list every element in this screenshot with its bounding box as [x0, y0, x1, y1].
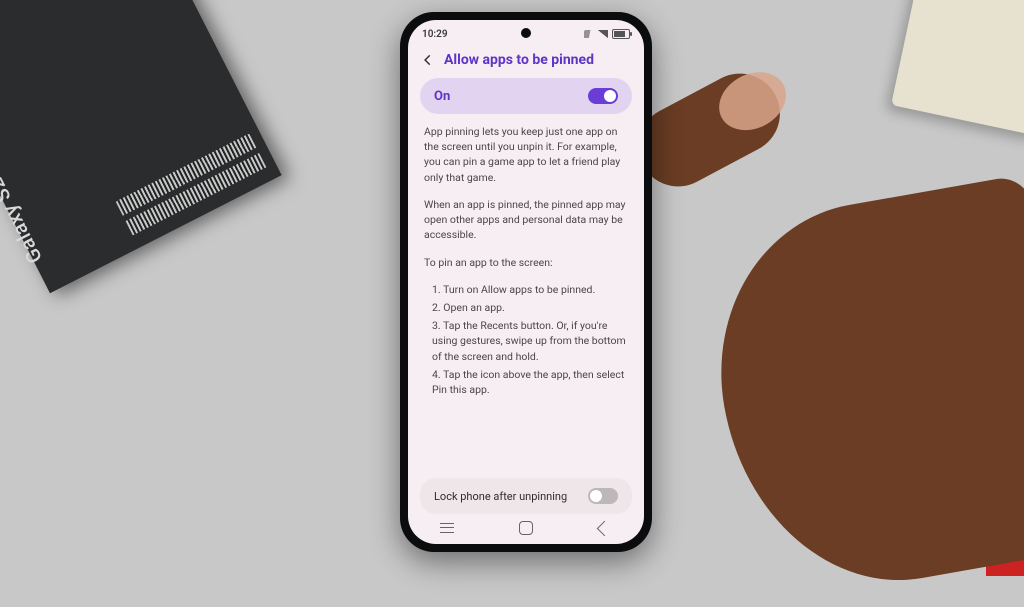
master-toggle-label: On: [434, 89, 450, 104]
wood-block-prop: [891, 0, 1024, 136]
step-item: 3. Tap the Recents button. Or, if you're…: [432, 318, 628, 364]
phone-screen: 10:29 Allow apps to be pinned On App pin…: [408, 20, 644, 544]
chevron-left-icon: [421, 53, 435, 67]
product-box-label: Galaxy S25 Ultra: [0, 118, 47, 267]
description-block: App pinning lets you keep just one app o…: [408, 114, 644, 472]
back-icon: [597, 520, 613, 536]
nav-home-button[interactable]: [515, 521, 537, 535]
step-item: 2. Open an app.: [432, 300, 628, 315]
master-toggle-switch[interactable]: [588, 88, 618, 104]
step-item: 4. Tap the icon above the app, then sele…: [432, 367, 628, 397]
steps-intro: To pin an app to the screen:: [424, 255, 628, 270]
lock-after-unpin-row[interactable]: Lock phone after unpinning: [420, 478, 632, 514]
back-button[interactable]: [420, 52, 436, 68]
description-paragraph: App pinning lets you keep just one app o…: [424, 124, 628, 185]
nav-recents-button[interactable]: [436, 521, 458, 535]
lock-after-unpin-switch[interactable]: [588, 488, 618, 504]
page-title: Allow apps to be pinned: [444, 52, 594, 68]
master-toggle-row[interactable]: On: [420, 78, 632, 114]
camera-hole: [521, 28, 531, 38]
recents-icon: [440, 523, 454, 533]
status-time: 10:29: [422, 29, 448, 40]
signal-icon: [598, 30, 608, 38]
wifi-icon: [584, 30, 594, 38]
description-paragraph: When an app is pinned, the pinned app ma…: [424, 197, 628, 243]
nav-back-button[interactable]: [594, 521, 616, 535]
product-box: Galaxy S25 Ultra: [0, 0, 282, 293]
system-nav-bar: [408, 514, 644, 544]
home-icon: [519, 521, 533, 535]
page-header: Allow apps to be pinned: [408, 46, 644, 78]
corner-tag: [986, 552, 1024, 576]
barcode-strip: [115, 133, 268, 239]
steps-list: 1. Turn on Allow apps to be pinned. 2. O…: [424, 282, 628, 398]
status-icons: [584, 29, 630, 39]
lock-after-unpin-label: Lock phone after unpinning: [434, 490, 567, 503]
battery-icon: [612, 29, 630, 39]
hand: [604, 80, 1024, 600]
phone-device: 10:29 Allow apps to be pinned On App pin…: [400, 12, 652, 552]
step-item: 1. Turn on Allow apps to be pinned.: [432, 282, 628, 297]
